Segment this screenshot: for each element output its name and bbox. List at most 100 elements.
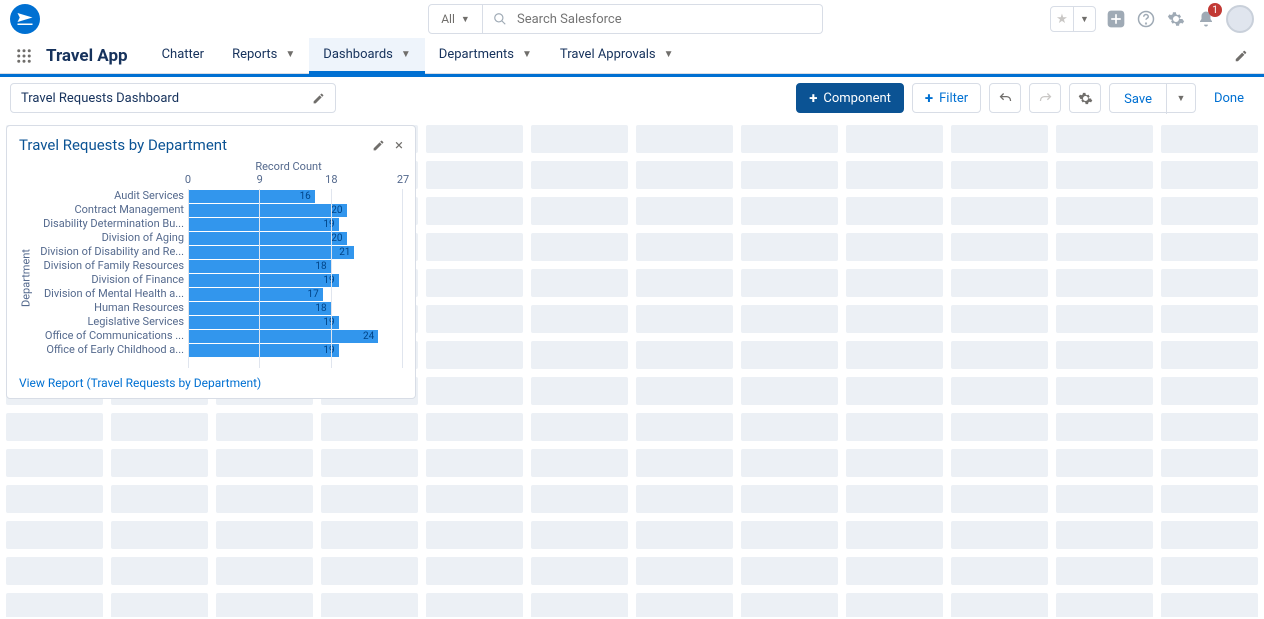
add-component-button[interactable]: + Component	[796, 83, 904, 113]
grid-cell	[636, 485, 733, 513]
chevron-down-icon: ▼	[664, 49, 674, 60]
grid-cell	[636, 593, 733, 617]
nav-tab-reports[interactable]: Reports▼	[218, 38, 309, 74]
grid-cell	[846, 449, 943, 477]
grid-cell	[951, 593, 1048, 617]
search-icon	[493, 12, 507, 26]
chart-gridline	[188, 189, 189, 368]
grid-cell	[636, 341, 733, 369]
chart-bar[interactable]: 19	[188, 274, 339, 287]
chart-bar[interactable]: 19	[188, 344, 339, 357]
grid-cell	[951, 269, 1048, 297]
grid-cell	[111, 521, 208, 549]
star-icon: ★	[1056, 12, 1068, 27]
grid-cell	[216, 557, 313, 585]
dashboard-title-input[interactable]: Travel Requests Dashboard	[10, 83, 336, 113]
grid-cell	[216, 593, 313, 617]
grid-cell	[426, 269, 523, 297]
chart-bar[interactable]: 17	[188, 288, 323, 301]
chart-bar[interactable]: 21	[188, 246, 354, 259]
grid-cell	[636, 521, 733, 549]
chart-bar-value: 20	[331, 232, 342, 245]
save-dropdown[interactable]: ▼	[1167, 84, 1195, 112]
grid-cell	[951, 341, 1048, 369]
save-label: Save	[1124, 92, 1152, 107]
chart-bar-row: 20	[188, 203, 402, 217]
save-button[interactable]: Save	[1110, 84, 1167, 114]
chart-bar-value: 17	[307, 288, 318, 301]
search-scope-dropdown[interactable]: All ▼	[428, 4, 483, 34]
done-button[interactable]: Done	[1204, 83, 1254, 113]
grid-cell	[846, 557, 943, 585]
setup-icon[interactable]	[1166, 9, 1186, 29]
chart-bar[interactable]: 19	[188, 316, 339, 329]
user-avatar[interactable]	[1226, 5, 1254, 33]
undo-button[interactable]	[989, 83, 1021, 113]
redo-button[interactable]	[1029, 83, 1061, 113]
nav-tab-dashboards[interactable]: Dashboards▼	[309, 38, 425, 74]
search-scope-label: All	[441, 12, 455, 26]
chart-widget[interactable]: Travel Requests by Department × Record C…	[6, 125, 416, 399]
dashboard-title: Travel Requests Dashboard	[21, 91, 179, 106]
grid-cell	[531, 557, 628, 585]
grid-cell	[636, 161, 733, 189]
notifications-icon[interactable]: 1	[1196, 9, 1216, 29]
grid-cell	[741, 197, 838, 225]
chart-bar[interactable]: 24	[188, 330, 378, 343]
add-button[interactable]	[1106, 9, 1126, 29]
chart-bar[interactable]: 16	[188, 190, 315, 203]
nav-tab-departments[interactable]: Departments▼	[425, 38, 546, 74]
grid-cell	[426, 377, 523, 405]
chart-bar[interactable]: 20	[188, 204, 347, 217]
grid-cell	[951, 521, 1048, 549]
chart-bar-value: 20	[331, 204, 342, 217]
edit-widget-icon[interactable]	[372, 139, 385, 152]
chart-bar[interactable]: 19	[188, 218, 339, 231]
nav-tab-chatter[interactable]: Chatter	[148, 38, 219, 74]
chart-bar-row: 20	[188, 231, 402, 245]
grid-cell	[636, 269, 733, 297]
add-component-label: Component	[823, 91, 891, 106]
grid-cell	[216, 521, 313, 549]
grid-cell	[216, 449, 313, 477]
help-icon[interactable]	[1136, 9, 1156, 29]
grid-cell	[1056, 449, 1153, 477]
close-widget-icon[interactable]: ×	[395, 139, 403, 152]
chart-bar[interactable]: 20	[188, 232, 347, 245]
search-box[interactable]	[483, 4, 823, 34]
grid-cell	[531, 341, 628, 369]
favorites-button[interactable]: ★ ▼	[1050, 6, 1096, 32]
chart-bar-row: 19	[188, 273, 402, 287]
grid-cell	[741, 305, 838, 333]
nav-tab-travel-approvals[interactable]: Travel Approvals ▼	[546, 38, 688, 74]
chevron-down-icon: ▼	[461, 14, 470, 25]
nav-tabs: ChatterReports▼Dashboards▼Departments▼Tr…	[148, 38, 688, 74]
grid-cell	[426, 305, 523, 333]
chart-category-label: Office of Early Childhood a...	[33, 343, 188, 357]
grid-cell	[111, 593, 208, 617]
app-launcher-icon[interactable]	[10, 42, 38, 70]
grid-cell	[426, 593, 523, 617]
grid-cell	[1056, 557, 1153, 585]
grid-cell	[1161, 341, 1258, 369]
chart-body: Department Audit ServicesContract Manage…	[19, 189, 403, 368]
app-nav-bar: Travel App ChatterReports▼Dashboards▼Dep…	[0, 38, 1264, 74]
nav-tab-label: Travel Approvals	[560, 47, 656, 62]
add-filter-button[interactable]: + Filter	[912, 83, 981, 113]
view-report-link[interactable]: View Report (Travel Requests by Departme…	[19, 376, 403, 390]
chart-tick: 9	[257, 173, 263, 186]
grid-cell	[6, 521, 103, 549]
chart-bar-row: 19	[188, 343, 402, 357]
pencil-icon[interactable]	[312, 92, 325, 105]
grid-cell	[741, 593, 838, 617]
grid-cell	[1056, 269, 1153, 297]
edit-nav-icon[interactable]	[1228, 49, 1254, 63]
chart-bar-row: 19	[188, 217, 402, 231]
chart-tick: 27	[397, 173, 409, 186]
search-input[interactable]	[517, 12, 812, 27]
chart-bar-value: 19	[323, 274, 334, 287]
dashboard-settings-button[interactable]	[1069, 83, 1101, 113]
dashboard-canvas[interactable]: Travel Requests by Department × Record C…	[0, 119, 1264, 617]
grid-cell	[321, 521, 418, 549]
grid-cell	[6, 485, 103, 513]
